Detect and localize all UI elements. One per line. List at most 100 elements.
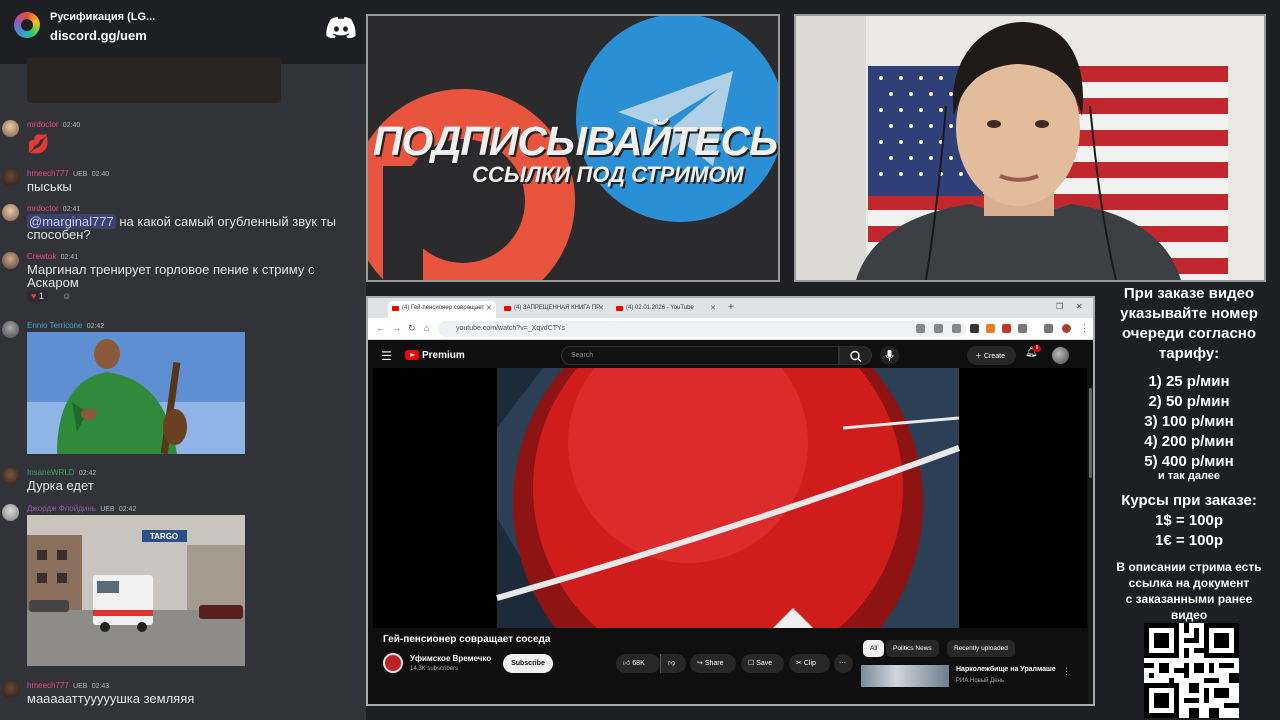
avatar[interactable] — [2, 252, 19, 269]
browser-tab[interactable]: (4) 02.01.2026 - YouTube ✕ — [612, 301, 720, 318]
plus-icon: ＋ — [975, 353, 982, 360]
message-username[interactable]: Джордж Флойдинь UEB 02:42 — [27, 504, 136, 513]
message-text: 💋 — [27, 134, 50, 154]
reaction-heart[interactable]: ♥ 1 — [27, 290, 48, 302]
forward-icon[interactable]: → — [392, 323, 401, 333]
account-avatar[interactable] — [1052, 347, 1069, 364]
chip-recently-uploaded[interactable]: Recently uploaded — [947, 640, 1015, 657]
share-button[interactable]: ↪ Share — [690, 654, 736, 673]
reload-icon[interactable]: ↻ — [408, 323, 416, 334]
recommended-video-thumbnail[interactable] — [861, 665, 949, 687]
badge-icon: UEB — [100, 506, 115, 513]
subscriber-count: 14.3K subscribers — [410, 666, 459, 672]
message-timestamp: 02:42 — [118, 506, 137, 513]
message-username[interactable]: mrdoctor 02:41 — [27, 204, 80, 213]
heart-icon: ♥ — [31, 291, 37, 301]
avatar[interactable] — [2, 681, 19, 698]
create-button[interactable]: ＋ Create — [967, 346, 1016, 365]
profile-icon[interactable] — [1062, 324, 1071, 333]
chip-politics-news[interactable]: Politics News — [886, 640, 939, 657]
tab-title: (4) Гей-пенсионер совращает — [402, 305, 485, 311]
subscribe-button[interactable]: Subscribe — [503, 654, 553, 673]
video-player[interactable] — [373, 368, 1087, 628]
avatar[interactable] — [2, 468, 19, 485]
webcam-image — [796, 16, 1264, 280]
rate-item: 1€ = 100р — [1155, 532, 1223, 549]
close-window-icon[interactable]: ✕ — [1076, 302, 1083, 311]
clip-button[interactable]: ✂ Clip — [789, 654, 830, 673]
info-note: ссылка на документ — [1128, 576, 1250, 590]
discord-logo-icon — [326, 17, 356, 38]
message-username[interactable]: Crewtok 02:41 — [27, 252, 78, 261]
close-tab-icon[interactable]: ✕ — [486, 304, 492, 312]
info-intro: тарифу: — [1158, 345, 1220, 362]
avatar[interactable] — [2, 120, 19, 137]
more-options-icon[interactable]: ⋮ — [1062, 666, 1071, 677]
extension-icon[interactable] — [970, 324, 979, 333]
extensions-puzzle-icon[interactable] — [1018, 324, 1027, 333]
new-tab-icon[interactable]: + — [728, 302, 734, 313]
youtube-logo-icon[interactable] — [405, 350, 419, 360]
message-username[interactable]: Ennio Terricone 02:42 — [27, 321, 104, 330]
star-icon[interactable] — [952, 324, 961, 333]
subscribe-promo-banner: ПОДПИСЫВАЙТЕСЬ ССЫЛКИ ПОД СТРИМОМ — [366, 14, 780, 282]
recommended-video-channel[interactable]: РИА Новый День — [956, 678, 1004, 684]
avatar[interactable] — [2, 204, 19, 221]
close-tab-icon[interactable]: ✕ — [598, 304, 604, 312]
message-username[interactable]: hmeech777 UEB 02:43 — [27, 681, 109, 690]
url-input[interactable]: youtube.com/watch?v=_XqvdCTYs — [438, 321, 966, 337]
message-username[interactable]: mrdoctor 02:40 — [27, 120, 80, 129]
avatar[interactable] — [2, 504, 19, 521]
channel-name[interactable]: Уфимское Времечко — [410, 654, 491, 663]
rates-title: Курсы при заказе: — [1121, 492, 1257, 509]
server-header[interactable]: Русификация (LG... discord.gg/uem — [0, 0, 366, 64]
extension-icon[interactable] — [1002, 324, 1011, 333]
server-invite-link[interactable]: discord.gg/uem — [50, 28, 147, 43]
cast-icon[interactable] — [934, 324, 943, 333]
back-icon[interactable]: ← — [376, 323, 385, 333]
message-timestamp: 02:42 — [78, 470, 97, 477]
chip-all[interactable]: All — [863, 640, 885, 657]
scissors-icon: ✂ — [796, 660, 802, 667]
thumbs-down-icon: 👎︎ — [668, 660, 676, 667]
image-attachment-ambulance-street[interactable]: TARGO — [27, 515, 245, 666]
channel-avatar[interactable] — [383, 653, 403, 673]
avatar[interactable] — [2, 321, 19, 338]
reaction-count: 1 — [38, 291, 44, 301]
browser-tab[interactable]: (4) Гей-пенсионер совращает ✕ — [388, 301, 496, 318]
browser-menu-icon[interactable]: ⋮ — [1080, 323, 1089, 334]
message-timestamp: 02:42 — [86, 323, 105, 330]
voice-search-button[interactable] — [880, 346, 899, 365]
recommended-video-title[interactable]: Нарколежбище на Уралмаше — [956, 666, 1056, 673]
image-attachment-throat-singer[interactable] — [27, 332, 245, 454]
home-icon[interactable]: ⌂ — [424, 323, 429, 333]
previous-image-attachment[interactable] — [27, 58, 281, 103]
message-username[interactable]: hmeech777 UEB 02:40 — [27, 169, 109, 178]
zoom-icon[interactable] — [916, 324, 925, 333]
more-actions-icon[interactable]: ⋯ — [834, 654, 853, 673]
like-button[interactable]: 👍︎ 68K — [616, 654, 660, 673]
message-timestamp: 02:41 — [60, 254, 79, 261]
video-frame — [373, 368, 1087, 628]
youtube-favicon-icon — [504, 306, 511, 311]
info-intro: При заказе видео — [1123, 285, 1255, 302]
dislike-button[interactable]: 👎︎ — [660, 654, 686, 673]
message-timestamp: 02:43 — [91, 683, 110, 690]
page-scrollbar[interactable] — [1088, 386, 1093, 704]
youtube-favicon-icon — [392, 306, 399, 311]
hamburger-menu-icon[interactable]: ☰ — [381, 349, 392, 363]
avatar[interactable] — [2, 169, 19, 186]
add-reaction-icon[interactable]: ☺ — [62, 291, 71, 301]
qr-code[interactable] — [1144, 623, 1239, 718]
message-username[interactable]: InsaneWRLD 02:42 — [27, 468, 96, 477]
save-button[interactable]: ☐ Save — [741, 654, 784, 673]
search-button[interactable] — [839, 346, 872, 365]
restore-window-icon[interactable]: ❐ — [1056, 302, 1063, 311]
search-input[interactable]: Search — [561, 346, 839, 365]
browser-tab[interactable]: (4) ЗАПРЕЩЕННАЯ КНИГА ПР ✕ — [500, 301, 608, 318]
message-text: @marginal777 на какой самый огубленный з… — [27, 214, 336, 242]
youtube-brand[interactable]: Premium — [422, 350, 465, 361]
extension-icon[interactable] — [986, 324, 995, 333]
close-tab-icon[interactable]: ✕ — [710, 304, 716, 312]
sidebar-icon[interactable] — [1044, 324, 1053, 333]
